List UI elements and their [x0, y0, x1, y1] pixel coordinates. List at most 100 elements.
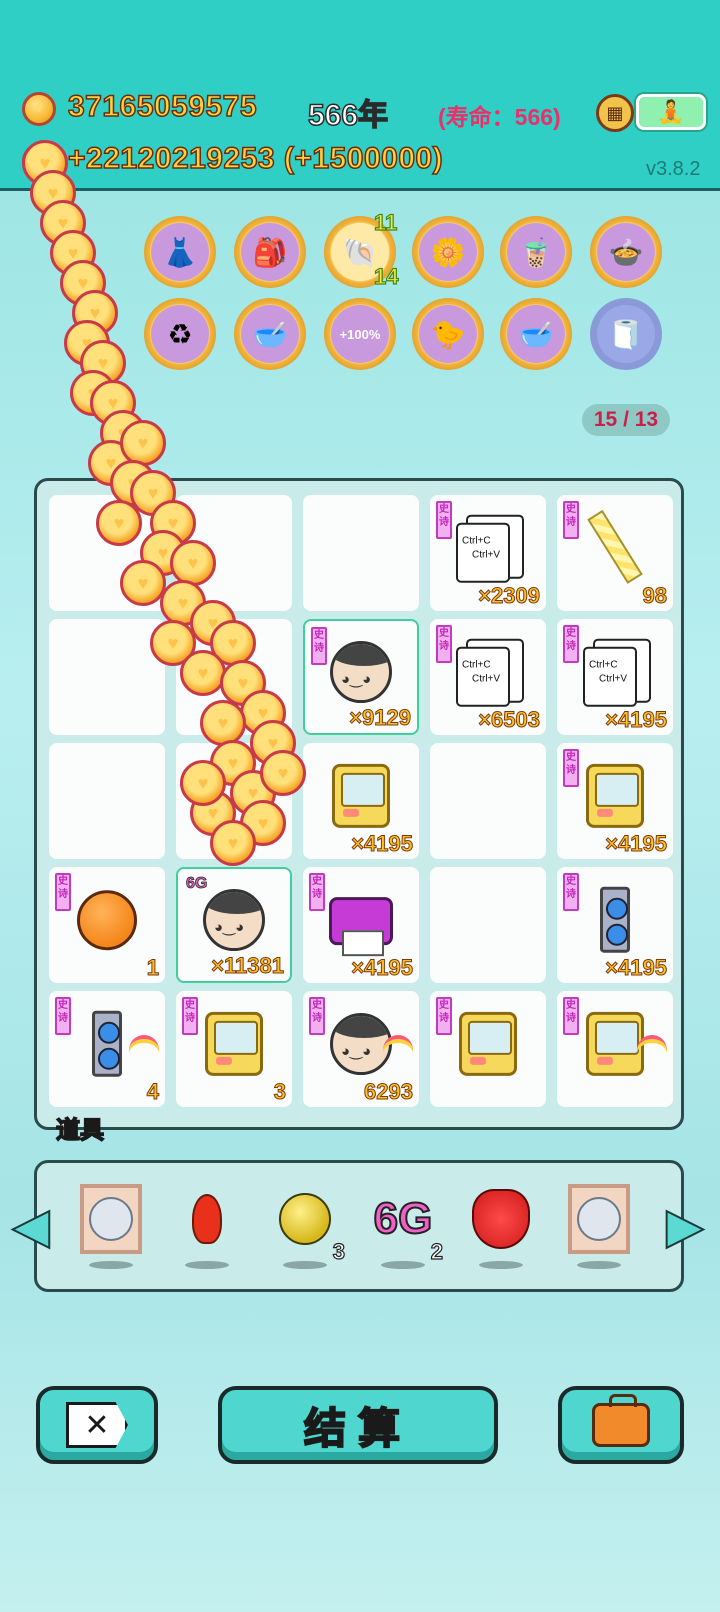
ctrl-c-label: Ctrl+C: [462, 535, 491, 547]
tools-panel: 3 6G 2: [34, 1160, 684, 1292]
tea-badge[interactable]: 🧋: [500, 216, 572, 288]
ctrl-v-label: Ctrl+V: [599, 673, 628, 685]
tools-next-arrow-icon[interactable]: ▶: [666, 1194, 705, 1258]
board-cell[interactable]: 史诗 ×4195: [557, 743, 673, 859]
printer-icon: [329, 897, 393, 957]
epic-tag: 史诗: [563, 501, 579, 539]
board-cell[interactable]: [430, 867, 546, 983]
board-cell[interactable]: 史诗 98: [557, 495, 673, 611]
bowl-up-badge-2[interactable]: 🥣: [500, 298, 572, 370]
sixg-icon: 6G: [373, 1193, 434, 1244]
tool-frame-1[interactable]: [75, 1183, 147, 1269]
board-cell[interactable]: 史诗 ×4195: [303, 867, 419, 983]
flower-badge[interactable]: 🌼: [412, 216, 484, 288]
flying-coin-icon: ♥: [96, 500, 142, 546]
copy-paste-card: Ctrl+C Ctrl+V: [456, 514, 524, 583]
board-cell[interactable]: [430, 743, 546, 859]
item-count: ×4195: [351, 831, 414, 857]
board-cell[interactable]: [303, 495, 419, 611]
item-count: 6293: [364, 1079, 414, 1105]
bowl-up-badge[interactable]: 🥣: [234, 298, 306, 370]
board-cell[interactable]: 史诗: [557, 991, 673, 1107]
epic-tag: 史诗: [436, 997, 452, 1035]
straw-stick-icon: [587, 509, 643, 585]
item-count: ×4195: [605, 831, 668, 857]
board-cell[interactable]: 史诗: [430, 991, 546, 1107]
gold-ball-count: 3: [332, 1238, 345, 1264]
item-count: ×4195: [605, 955, 668, 981]
ctrl-c-label: Ctrl+C: [589, 659, 618, 671]
board-cell[interactable]: 史诗 6293: [303, 991, 419, 1107]
tools-prev-arrow-icon[interactable]: ◀: [12, 1194, 51, 1258]
recycle-badge[interactable]: ♻: [144, 298, 216, 370]
rainbow-icon: [637, 1035, 667, 1055]
pot-badge[interactable]: 🍲: [590, 216, 662, 288]
pepper-icon: [192, 1194, 222, 1244]
epic-tag: 史诗: [55, 997, 71, 1035]
item-count: 1: [146, 955, 159, 981]
lifespan-text: (寿命：566): [438, 104, 561, 130]
board-cell[interactable]: [49, 743, 165, 859]
coin-icon: ♥: [22, 92, 56, 126]
item-count: 98: [642, 583, 668, 609]
board-cell[interactable]: [49, 619, 165, 735]
tool-frame-2[interactable]: [563, 1183, 635, 1269]
rainbow-icon: [383, 1035, 413, 1055]
bag-badge[interactable]: 🎒: [234, 216, 306, 288]
item-count: ×4195: [605, 707, 668, 733]
board-cell[interactable]: 史诗 ×4195: [557, 867, 673, 983]
board-cell[interactable]: 史诗 4: [49, 991, 165, 1107]
epic-tag: 史诗: [436, 625, 452, 663]
tool-strawberry[interactable]: [465, 1183, 537, 1269]
tissue-icon: 🧻: [597, 305, 655, 363]
meditate-button[interactable]: 🧘: [636, 94, 706, 130]
item-count: ×9129: [349, 705, 412, 731]
flying-coin-icon: ♥: [120, 420, 166, 466]
epic-tag: 史诗: [182, 997, 198, 1035]
board-cell[interactable]: 史诗 3: [176, 991, 292, 1107]
skirt-badge[interactable]: 👗: [144, 216, 216, 288]
board-cell[interactable]: 6G ×11381: [176, 867, 292, 983]
calendar-icon[interactable]: ▦: [596, 94, 634, 132]
settle-button[interactable]: 结算: [218, 1386, 498, 1464]
epic-tag: 史诗: [563, 749, 579, 787]
board-cell[interactable]: 史诗 Ctrl+C Ctrl+V ×2309: [430, 495, 546, 611]
briefcase-button[interactable]: [558, 1386, 684, 1464]
chick-badge[interactable]: 🐤: [412, 298, 484, 370]
tools-label: 道具: [55, 1116, 105, 1145]
epic-tag: 史诗: [309, 997, 325, 1035]
flying-coin-icon: ♥: [200, 700, 246, 746]
epic-tag: 史诗: [55, 873, 71, 911]
bonus-badge[interactable]: +100%: [324, 298, 396, 370]
board-cell[interactable]: 史诗 ×9129: [303, 619, 419, 735]
tool-pepper[interactable]: [171, 1183, 243, 1269]
board-cell[interactable]: 史诗 Ctrl+C Ctrl+V ×6503: [430, 619, 546, 735]
flying-coin-icon: ♥: [170, 540, 216, 586]
bag-icon: 🎒: [241, 223, 299, 281]
rainbow-icon: [129, 1035, 159, 1055]
gacha-machine-icon: [332, 763, 390, 828]
flying-coin-icon: ♥: [120, 560, 166, 606]
item-count: ×6503: [478, 707, 541, 733]
settle-label: 结算: [303, 1404, 412, 1453]
epic-tag: 史诗: [563, 625, 579, 663]
tool-gold-ball[interactable]: 3: [269, 1183, 346, 1269]
item-count: ×11381: [211, 953, 285, 979]
item-count: ×2309: [478, 583, 541, 609]
pot-icon: 🍲: [597, 223, 655, 281]
bowl-up-icon: 🥣: [241, 305, 299, 363]
epic-tag: 史诗: [311, 627, 327, 665]
tool-6g[interactable]: 6G 2: [367, 1183, 444, 1269]
chick-icon: 🐤: [419, 305, 477, 363]
item-count: ×4195: [351, 955, 414, 981]
close-button[interactable]: ✕: [36, 1386, 158, 1464]
board-cell[interactable]: 史诗 1: [49, 867, 165, 983]
board-cell[interactable]: ×4195: [303, 743, 419, 859]
gacha-machine-icon: [586, 763, 644, 828]
strawberry-icon: [472, 1189, 530, 1249]
item-count: 4: [146, 1079, 159, 1105]
board-cell[interactable]: 史诗 Ctrl+C Ctrl+V ×4195: [557, 619, 673, 735]
tissue-badge[interactable]: 🧻: [590, 298, 662, 370]
flying-coin-icon: ♥: [260, 750, 306, 796]
gacha-machine-icon: [586, 1011, 644, 1076]
